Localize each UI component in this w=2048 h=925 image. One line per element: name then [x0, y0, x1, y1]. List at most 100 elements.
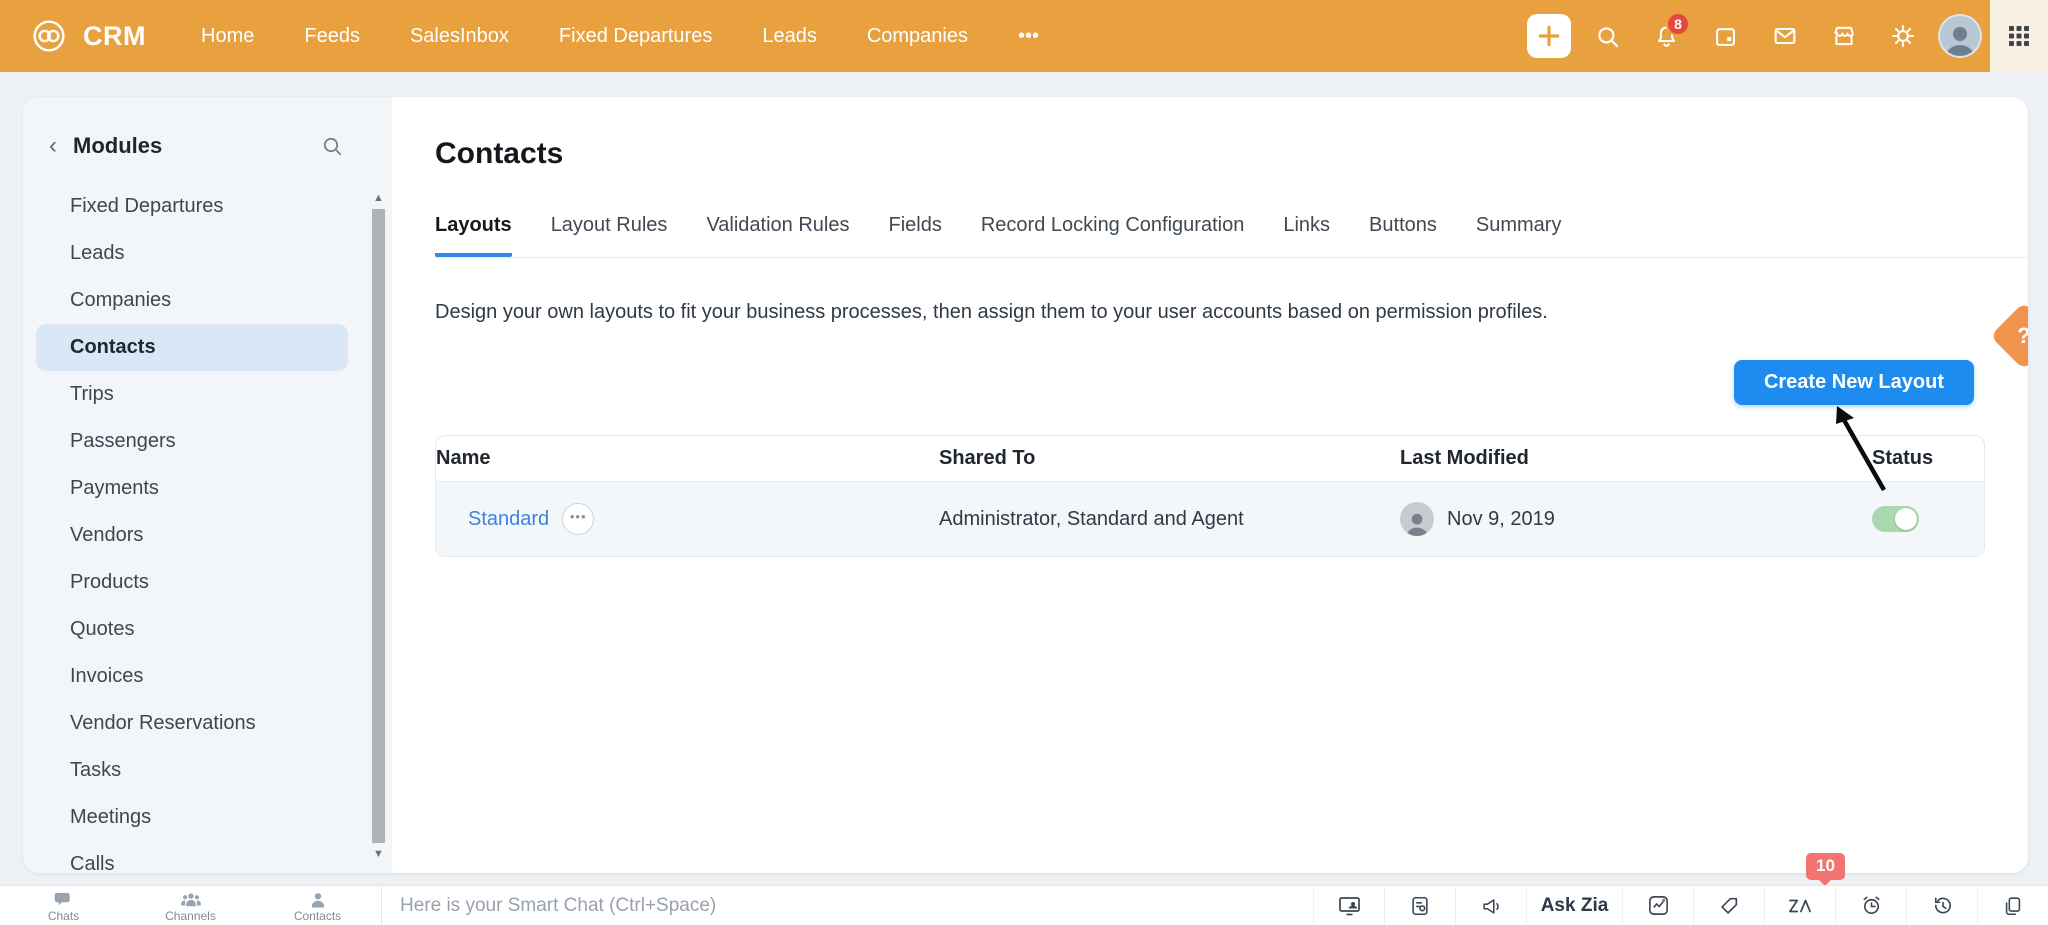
tag-button[interactable]	[1693, 886, 1764, 925]
sidebar-module-item[interactable]: Vendor Reservations	[23, 700, 348, 747]
quick-create-button[interactable]	[1519, 0, 1578, 72]
sidebar-module-item[interactable]: Payments	[23, 465, 348, 512]
chats-button[interactable]: Chats	[0, 886, 127, 925]
tab[interactable]: Validation Rules	[706, 214, 849, 257]
help-tab[interactable]: ?	[1990, 302, 2028, 370]
announcements-button[interactable]	[1455, 886, 1526, 925]
status-cell	[1872, 506, 1984, 532]
column-header: Name	[436, 447, 939, 470]
alarm-clock-icon	[1860, 894, 1883, 917]
settings-button[interactable]	[1873, 0, 1932, 72]
sidebar-module-item[interactable]: Invoices	[23, 653, 348, 700]
sidebar-module-item[interactable]: Quotes	[23, 606, 348, 653]
page-title: Contacts	[435, 137, 563, 171]
search-icon	[1594, 23, 1621, 50]
analytics-button[interactable]	[1622, 886, 1693, 925]
ask-zia-button[interactable]: Ask Zia	[1526, 886, 1622, 925]
scroll-up-arrow[interactable]: ▲	[370, 189, 387, 207]
channels-button[interactable]: Channels	[127, 886, 254, 925]
chats-label: Chats	[48, 910, 79, 922]
sidebar-module-item[interactable]: Passengers	[23, 418, 348, 465]
tab[interactable]: Record Locking Configuration	[981, 214, 1245, 257]
apps-menu-button[interactable]	[1990, 0, 2048, 72]
tab[interactable]: Buttons	[1369, 214, 1437, 257]
notifications-button[interactable]: 8	[1637, 0, 1696, 72]
history-button[interactable]	[1906, 886, 1977, 925]
scrollbar-thumb[interactable]	[372, 209, 385, 843]
zoho-crm-logo-icon	[28, 15, 70, 57]
layouts-description: Design your own layouts to fit your busi…	[435, 301, 1548, 324]
tag-icon	[1718, 895, 1740, 917]
search-button[interactable]	[1578, 0, 1637, 72]
tab[interactable]: Links	[1283, 214, 1330, 257]
nav-item[interactable]: Feeds	[279, 0, 385, 72]
modules-sidebar: ‹ Modules Fixed DeparturesLeadsCompanies…	[23, 97, 392, 873]
gear-icon	[1889, 22, 1917, 50]
nav-item[interactable]: SalesInbox	[385, 0, 534, 72]
nav-item[interactable]: Home	[176, 0, 279, 72]
nav-item[interactable]: Fixed Departures	[534, 0, 737, 72]
smart-chat-input[interactable]: Here is your Smart Chat (Ctrl+Space)	[382, 886, 716, 925]
last-modified-date: Nov 9, 2019	[1447, 508, 1555, 531]
sidebar-search-icon[interactable]	[320, 134, 344, 158]
topbar-actions: 8	[1519, 0, 2048, 72]
zia-button[interactable]	[1764, 886, 1835, 925]
calendar-icon	[1712, 23, 1739, 50]
sidebar-module-item[interactable]: Calls	[23, 841, 348, 873]
table-header-row: NameShared ToLast ModifiedStatus	[436, 436, 1984, 482]
calendar-button[interactable]	[1696, 0, 1755, 72]
reminders-button[interactable]	[1835, 886, 1906, 925]
back-chevron-icon[interactable]: ‹	[49, 134, 57, 158]
sidebar-module-item[interactable]: Companies	[23, 277, 348, 324]
toggle-knob	[1895, 508, 1917, 530]
sidebar-module-item[interactable]: Fixed Departures	[23, 183, 348, 230]
brand[interactable]: CRM	[0, 15, 176, 57]
sidebar-scrollbar[interactable]: ▲ ▼	[370, 189, 387, 863]
sidebar-module-item[interactable]: Vendors	[23, 512, 348, 559]
sidebar-module-item[interactable]: Products	[23, 559, 348, 606]
column-header: Last Modified	[1400, 447, 1872, 470]
screen-share-button[interactable]	[1313, 886, 1384, 925]
brand-name: CRM	[83, 21, 146, 52]
question-mark-icon: ?	[2017, 323, 2028, 349]
tab[interactable]: Layout Rules	[551, 214, 668, 257]
tab[interactable]: Summary	[1476, 214, 1562, 257]
sidebar-module-item[interactable]: Contacts	[36, 324, 348, 371]
zoho-crm-screen: CRM HomeFeedsSalesInboxFixed DeparturesL…	[0, 0, 2048, 925]
status-toggle[interactable]	[1872, 506, 1919, 532]
feedback-form-button[interactable]	[1384, 886, 1455, 925]
announcement-icon	[1480, 895, 1503, 917]
screen-share-icon	[1337, 895, 1362, 917]
nav-item[interactable]: •••	[993, 0, 1064, 72]
tab[interactable]: Fields	[888, 214, 941, 257]
marketplace-button[interactable]	[1814, 0, 1873, 72]
column-header: Shared To	[939, 447, 1400, 470]
last-modified-cell: Nov 9, 2019	[1400, 502, 1872, 536]
sidebar-module-item[interactable]: Tasks	[23, 747, 348, 794]
nav-item[interactable]: Leads	[737, 0, 842, 72]
sidebar-module-item[interactable]: Trips	[23, 371, 348, 418]
user-avatar[interactable]	[1938, 14, 1982, 58]
create-new-layout-button[interactable]: Create New Layout	[1734, 360, 1974, 405]
contacts-button[interactable]: Contacts	[254, 886, 381, 925]
sidebar-header: ‹ Modules	[23, 97, 392, 173]
analytics-icon	[1647, 894, 1670, 917]
layout-name-link[interactable]: Standard	[468, 508, 549, 531]
mail-button[interactable]	[1755, 0, 1814, 72]
chat-shortcuts: Chats Channels Contacts	[0, 886, 382, 925]
mail-icon	[1771, 22, 1799, 50]
scroll-down-arrow[interactable]: ▼	[370, 845, 387, 863]
zia-count-badge: 10	[1806, 853, 1845, 880]
modifier-avatar	[1400, 502, 1434, 536]
nav-item[interactable]: Companies	[842, 0, 993, 72]
apps-grid-icon	[2007, 24, 2031, 48]
more-options-button[interactable]: •••	[562, 503, 594, 535]
zia-icon	[1787, 895, 1813, 917]
form-icon	[1409, 895, 1431, 917]
tab[interactable]: Layouts	[435, 214, 512, 257]
clipboard-button[interactable]	[1977, 886, 2048, 925]
footer-tools: Ask Zia	[1313, 886, 2048, 925]
sidebar-module-item[interactable]: Meetings	[23, 794, 348, 841]
bottom-bar: Chats Channels Contacts Here is your Sma…	[0, 885, 2048, 925]
sidebar-module-item[interactable]: Leads	[23, 230, 348, 277]
